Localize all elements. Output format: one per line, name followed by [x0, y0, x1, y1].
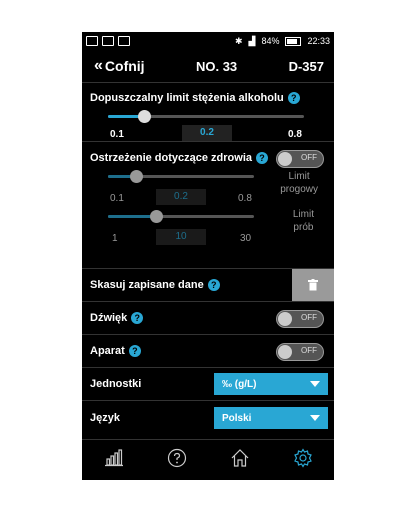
alcohol-limit-max: 0.8	[288, 129, 302, 140]
language-label: Język	[90, 412, 120, 424]
alcohol-limit-min: 0.1	[110, 129, 124, 140]
battery-icon	[285, 36, 302, 46]
language-value: Polski	[222, 412, 252, 424]
slider-thumb[interactable]	[130, 170, 143, 183]
units-row: Jednostki ‰ (g/L)	[82, 368, 334, 401]
chevron-down-icon	[310, 381, 320, 387]
health-warning-section: Ostrzeżenie dotyczące zdrowia ? OFF Limi…	[82, 142, 334, 269]
alcohol-limit-section: Dopuszczalny limit stężenia alkoholu ? 0…	[82, 83, 334, 142]
tests-min: 1	[112, 233, 118, 244]
clock: 22:33	[307, 36, 330, 46]
delete-button[interactable]	[292, 269, 334, 301]
chevron-down-icon	[310, 415, 320, 421]
phone-screen: ✱ ▟ 84% 22:33 « Cofnij NO. 33 D-357 Dopu…	[82, 32, 334, 480]
tests-label: Limit prób	[292, 209, 314, 233]
nav-settings[interactable]	[293, 447, 313, 473]
clear-data-row: Skasuj zapisane dane ?	[82, 269, 334, 302]
chevron-left-icon: «	[94, 57, 103, 74]
help-icon[interactable]: ?	[256, 152, 268, 164]
health-warning-title: Ostrzeżenie dotyczące zdrowia	[90, 152, 252, 164]
threshold-value: 0.2	[156, 189, 206, 205]
camera-label: Aparat	[90, 345, 125, 357]
units-dropdown[interactable]: ‰ (g/L)	[214, 373, 328, 395]
header: « Cofnij NO. 33 D-357	[82, 50, 334, 83]
alcohol-limit-value: 0.2	[182, 125, 232, 141]
nav-help[interactable]	[167, 448, 187, 473]
tests-value: 10	[156, 229, 206, 245]
help-icon	[167, 448, 186, 467]
health-warning-toggle[interactable]: OFF	[276, 150, 324, 168]
camera-toggle[interactable]: OFF	[276, 343, 324, 361]
bottom-nav	[82, 439, 334, 480]
language-row: Język Polski	[82, 401, 334, 435]
record-number: NO. 33	[195, 58, 238, 74]
slider-thumb[interactable]	[138, 110, 151, 123]
units-value: ‰ (g/L)	[222, 378, 257, 390]
signal-icon: ▟	[248, 35, 256, 46]
gallery-icon	[102, 36, 114, 46]
language-dropdown[interactable]: Polski	[214, 407, 328, 429]
sound-row: Dźwięk ? OFF	[82, 302, 334, 335]
nav-history[interactable]	[104, 448, 124, 472]
help-icon[interactable]: ?	[207, 279, 220, 291]
threshold-label: Limit progowy	[280, 171, 318, 195]
help-icon[interactable]: ?	[287, 92, 300, 104]
notification-icons	[86, 36, 130, 46]
clear-data-label: Skasuj zapisane dane	[90, 279, 204, 291]
back-label: Cofnij	[104, 58, 145, 74]
units-label: Jednostki	[90, 378, 142, 390]
threshold-max: 0.8	[238, 193, 252, 204]
battery-percent: 84%	[261, 36, 280, 46]
bluetooth-icon: ✱	[234, 35, 243, 46]
help-icon[interactable]: ?	[131, 312, 144, 324]
sound-label: Dźwięk	[90, 312, 128, 324]
settings-icon	[293, 447, 312, 468]
sound-toggle[interactable]: OFF	[276, 310, 324, 328]
alcohol-limit-slider[interactable]	[108, 110, 308, 123]
help-icon[interactable]: ?	[128, 345, 141, 357]
home-icon	[231, 448, 248, 467]
back-button[interactable]: « Cofnij	[94, 57, 145, 75]
alcohol-limit-title: Dopuszczalny limit stężenia alkoholu	[90, 92, 284, 104]
threshold-min: 0.1	[110, 193, 124, 204]
mail-icon	[118, 36, 130, 46]
camera-row: Aparat ? OFF	[82, 335, 334, 368]
slider-thumb[interactable]	[150, 210, 163, 223]
device-id: D-357	[288, 58, 324, 74]
threshold-slider[interactable]	[108, 170, 258, 183]
message-icon	[86, 36, 98, 46]
tests-max: 30	[240, 233, 252, 244]
chart-icon	[104, 448, 123, 466]
nav-home[interactable]	[230, 448, 250, 473]
status-bar: ✱ ▟ 84% 22:33	[82, 32, 334, 50]
tests-slider[interactable]	[108, 210, 258, 223]
trash-icon	[308, 279, 318, 291]
